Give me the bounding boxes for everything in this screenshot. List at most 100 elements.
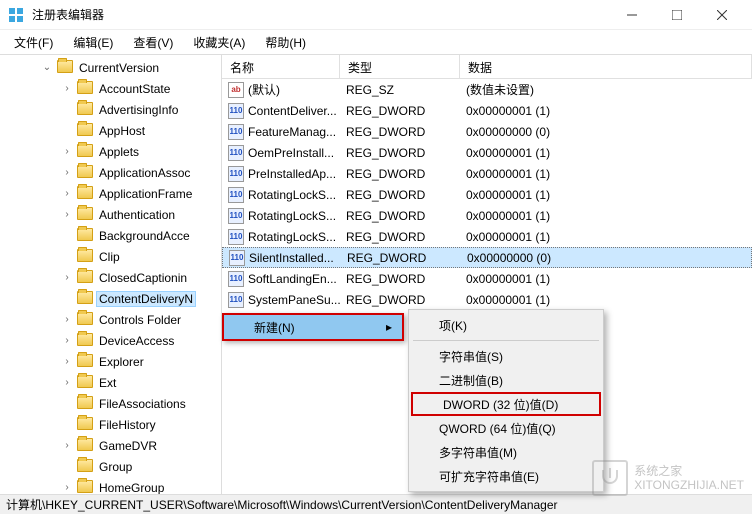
tree-node-label: Applets (96, 145, 142, 159)
folder-icon (77, 312, 93, 328)
expand-icon[interactable]: › (60, 167, 74, 178)
context-sub-item[interactable]: 项(K) (409, 313, 603, 337)
context-sub-item[interactable]: DWORD (32 位)值(D) (411, 392, 601, 416)
watermark: 系统之家 XITONGZHIJIA.NET (592, 460, 744, 496)
tree-node[interactable]: ›ClosedCaptionin (0, 267, 221, 288)
expand-icon[interactable]: › (60, 272, 74, 283)
cell-data: 0x00000001 (1) (460, 146, 752, 160)
expand-icon[interactable]: › (60, 146, 74, 157)
list-row[interactable]: 110SystemPaneSu...REG_DWORD0x00000001 (1… (222, 289, 752, 310)
menu-file[interactable]: 文件(F) (4, 32, 63, 53)
folder-icon (77, 165, 93, 181)
tree-node-label: ApplicationAssoc (96, 166, 193, 180)
tree-node[interactable]: AppHost (0, 120, 221, 141)
list-row[interactable]: 110RotatingLockS...REG_DWORD0x00000001 (… (222, 226, 752, 247)
folder-icon (77, 417, 93, 433)
window-controls (609, 0, 744, 30)
tree-node[interactable]: ›ApplicationFrame (0, 183, 221, 204)
value-icon: ab (228, 82, 244, 98)
expand-icon[interactable]: › (60, 482, 74, 493)
collapse-icon[interactable]: ⌄ (40, 62, 54, 73)
minimize-button[interactable] (609, 0, 654, 30)
list-row[interactable]: 110ContentDeliver...REG_DWORD0x00000001 … (222, 100, 752, 121)
column-header-name[interactable]: 名称 (222, 55, 340, 78)
expand-icon[interactable]: › (60, 377, 74, 388)
cell-name: 110SoftLandingEn... (222, 271, 340, 287)
list-row[interactable]: 110SilentInstalled...REG_DWORD0x00000000… (222, 247, 752, 268)
context-sub-item[interactable]: QWORD (64 位)值(Q) (409, 416, 603, 440)
folder-icon (57, 60, 73, 76)
cell-type: REG_DWORD (340, 272, 460, 286)
tree-node[interactable]: › AccountState (0, 78, 221, 99)
folder-icon (77, 102, 93, 118)
titlebar: 注册表编辑器 (0, 0, 752, 30)
context-sub-item[interactable]: 字符串值(S) (409, 344, 603, 368)
tree-node-label: BackgroundAcce (96, 229, 193, 243)
folder-icon (77, 438, 93, 454)
context-new-label: 新建(N) (254, 319, 295, 336)
list-row[interactable]: 110PreInstalledAp...REG_DWORD0x00000001 … (222, 163, 752, 184)
value-icon: 110 (228, 292, 244, 308)
expand-icon[interactable]: › (60, 314, 74, 325)
list-row[interactable]: 110OemPreInstall...REG_DWORD0x00000001 (… (222, 142, 752, 163)
cell-data: 0x00000001 (1) (460, 167, 752, 181)
tree-node[interactable]: Group (0, 456, 221, 477)
tree-node-label: AccountState (96, 82, 173, 96)
tree-node[interactable]: ›GameDVR (0, 435, 221, 456)
expand-icon[interactable]: › (60, 356, 74, 367)
folder-icon (77, 186, 93, 202)
tree-node[interactable]: FileHistory (0, 414, 221, 435)
expand-icon[interactable]: › (60, 440, 74, 451)
context-sub-item[interactable]: 二进制值(B) (409, 368, 603, 392)
tree-node[interactable]: Clip (0, 246, 221, 267)
list-row[interactable]: 110SoftLandingEn...REG_DWORD0x00000001 (… (222, 268, 752, 289)
list-row[interactable]: 110FeatureManag...REG_DWORD0x00000000 (0… (222, 121, 752, 142)
tree-node[interactable]: › Applets (0, 141, 221, 162)
tree-panel[interactable]: ⌄ CurrentVersion › AccountState Advertisin… (0, 55, 222, 494)
list-row[interactable]: 110RotatingLockS...REG_DWORD0x00000001 (… (222, 205, 752, 226)
tree-node[interactable]: ›Explorer (0, 351, 221, 372)
tree-node[interactable]: ›Ext (0, 372, 221, 393)
tree-node[interactable]: ›Controls Folder (0, 309, 221, 330)
tree-node[interactable]: ›Authentication (0, 204, 221, 225)
list-row[interactable]: ab(默认)REG_SZ(数值未设置) (222, 79, 752, 100)
cell-name: 110PreInstalledAp... (222, 166, 340, 182)
menu-view[interactable]: 查看(V) (123, 32, 183, 53)
menu-help[interactable]: 帮助(H) (255, 32, 316, 53)
tree-node[interactable]: › ApplicationAssoc (0, 162, 221, 183)
menu-edit[interactable]: 编辑(E) (63, 32, 123, 53)
folder-icon (77, 375, 93, 391)
menu-favorites[interactable]: 收藏夹(A) (183, 32, 255, 53)
tree-node[interactable]: BackgroundAcce (0, 225, 221, 246)
tree-node[interactable]: AdvertisingInfo (0, 99, 221, 120)
context-sub-item[interactable]: 多字符串值(M) (409, 440, 603, 464)
column-header-data[interactable]: 数据 (460, 55, 752, 78)
expand-icon[interactable]: › (60, 188, 74, 199)
tree-node[interactable]: ContentDeliveryN (0, 288, 221, 309)
maximize-button[interactable] (654, 0, 699, 30)
list-panel[interactable]: 名称 类型 数据 ab(默认)REG_SZ(数值未设置)110ContentDe… (222, 55, 752, 494)
context-new-item[interactable]: 新建(N) ▸ (222, 313, 404, 341)
list-header: 名称 类型 数据 (222, 55, 752, 79)
tree-root-node[interactable]: ⌄ CurrentVersion (0, 57, 221, 78)
close-button[interactable] (699, 0, 744, 30)
tree-node[interactable]: ›HomeGroup (0, 477, 221, 494)
cell-name: 110SystemPaneSu... (222, 292, 340, 308)
value-icon: 110 (229, 250, 245, 266)
tree-node[interactable]: FileAssociations (0, 393, 221, 414)
cell-type: REG_SZ (340, 83, 460, 97)
folder-icon (77, 81, 93, 97)
column-header-type[interactable]: 类型 (340, 55, 460, 78)
folder-icon (77, 291, 93, 307)
context-sub-item[interactable]: 可扩充字符串值(E) (409, 464, 603, 488)
expand-icon[interactable]: › (60, 335, 74, 346)
value-icon: 110 (228, 103, 244, 119)
cell-type: REG_DWORD (340, 167, 460, 181)
tree-node-label: CurrentVersion (76, 61, 162, 75)
tree-node-label: FileHistory (96, 418, 159, 432)
tree-node[interactable]: ›DeviceAccess (0, 330, 221, 351)
content-area: ⌄ CurrentVersion › AccountState Advertisin… (0, 54, 752, 494)
expand-icon[interactable]: › (60, 83, 74, 94)
expand-icon[interactable]: › (60, 209, 74, 220)
list-row[interactable]: 110RotatingLockS...REG_DWORD0x00000001 (… (222, 184, 752, 205)
